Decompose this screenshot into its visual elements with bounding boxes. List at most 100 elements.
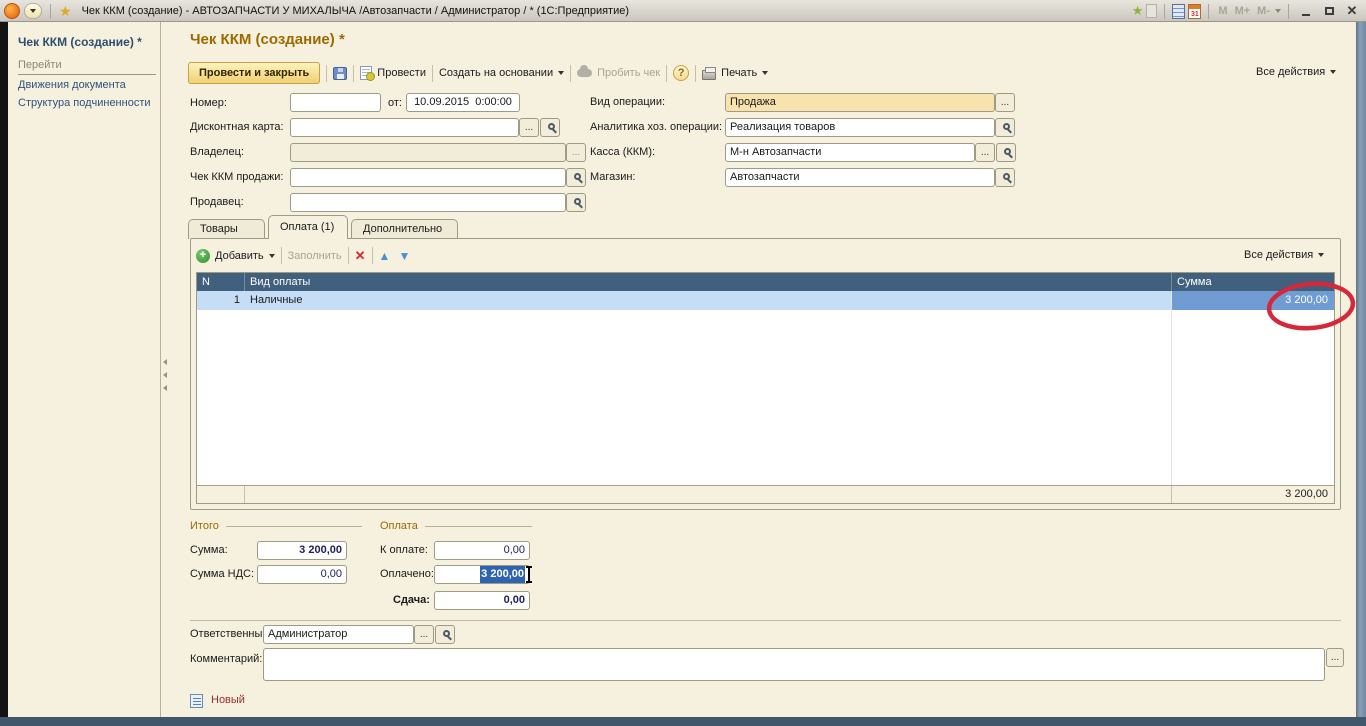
divider	[348, 247, 349, 264]
post-button[interactable]: Провести	[360, 66, 426, 80]
help-button[interactable]: ?	[673, 65, 689, 81]
memory-subtract-button[interactable]: M-	[1255, 5, 1272, 17]
separator-line	[190, 620, 1341, 621]
move-row-down-button[interactable]: ▼	[398, 249, 410, 263]
payments-toolbar: + Добавить Заполнить ✕ ▲ ▼	[196, 245, 410, 266]
store-input[interactable]: Автозапчасти	[725, 168, 995, 187]
sidebar-goto-label: Перейти	[18, 59, 156, 75]
owner-ellipsis-button[interactable]: ...	[566, 143, 586, 162]
discount-card-ellipsis-button[interactable]: ...	[519, 118, 539, 137]
date-label: от:	[388, 94, 402, 113]
cell-amount-selected[interactable]: 3 200,00	[1172, 291, 1334, 310]
paid-input[interactable]: 3 200,00	[434, 565, 530, 584]
column-header-n[interactable]: N	[197, 273, 245, 291]
discount-card-input[interactable]	[290, 118, 519, 137]
operation-kind-ellipsis-button[interactable]: ...	[995, 93, 1015, 112]
tab-goods[interactable]: Товары (1)	[188, 219, 265, 239]
create-on-basis-button[interactable]: Создать на основании	[439, 67, 564, 79]
discount-card-search-button[interactable]	[540, 118, 560, 137]
memory-add-button[interactable]: M+	[1233, 5, 1253, 17]
favorites-star-icon[interactable]: ★	[59, 3, 72, 19]
kkm-search-button[interactable]	[996, 143, 1016, 162]
tab-additional[interactable]: Дополнительно	[351, 219, 458, 239]
number-input[interactable]	[290, 93, 381, 112]
close-button[interactable]: ✕	[1342, 3, 1362, 20]
maximize-button[interactable]	[1319, 3, 1339, 20]
sum-input[interactable]: 3 200,00	[257, 541, 347, 560]
divider	[1288, 4, 1289, 19]
sidebar-link-subordination-structure[interactable]: Структура подчиненности	[18, 97, 151, 109]
add-row-button[interactable]: + Добавить	[196, 249, 275, 263]
add-row-label: Добавить	[215, 250, 264, 262]
all-actions-label: Все действия	[1256, 66, 1325, 78]
punch-check-button[interactable]: Пробить чек	[577, 67, 660, 79]
tab-payment[interactable]: Оплата (1)	[268, 215, 348, 239]
divider	[281, 247, 282, 264]
chevron-down-icon	[558, 71, 564, 75]
sidebar-splitter[interactable]	[161, 22, 170, 717]
calculator-icon[interactable]	[1172, 4, 1185, 19]
main-menu-button[interactable]	[24, 3, 42, 19]
comment-input[interactable]	[263, 648, 1325, 681]
change-input[interactable]: 0,00	[434, 591, 530, 610]
kkm-input[interactable]: М-н Автозапчасти	[725, 143, 975, 162]
vat-label: Сумма НДС:	[190, 565, 254, 584]
save-button[interactable]	[333, 67, 347, 80]
to-pay-label: К оплате:	[380, 541, 428, 560]
all-actions-button-top[interactable]: Все действия	[1256, 66, 1336, 78]
minimize-button[interactable]	[1296, 3, 1316, 20]
fill-button[interactable]: Заполнить	[288, 250, 342, 262]
date-input[interactable]: 10.09.2015 0:00:00	[406, 93, 520, 112]
cell-payment-type: Наличные	[245, 291, 1172, 310]
chevron-down-icon[interactable]	[1275, 9, 1281, 13]
analytics-search-button[interactable]	[995, 118, 1015, 137]
sale-check-input[interactable]	[290, 168, 566, 187]
table-row[interactable]: 1 Наличные 3 200,00	[197, 291, 1334, 310]
discount-card-label: Дисконтная карта:	[190, 118, 284, 137]
all-actions-label: Все действия	[1244, 249, 1313, 261]
kkm-ellipsis-button[interactable]: ...	[975, 143, 995, 162]
column-header-payment-type[interactable]: Вид оплаты	[245, 273, 1172, 291]
operation-kind-input[interactable]: Продажа	[725, 93, 995, 112]
plus-icon: +	[196, 249, 210, 263]
window-edge-left	[0, 22, 8, 726]
calendar-icon[interactable]: 31	[1188, 4, 1201, 19]
sale-check-search-button[interactable]	[566, 168, 586, 187]
add-to-favorites-icon[interactable]: ★	[1132, 3, 1144, 19]
status-icon-wrap	[190, 694, 203, 711]
divider	[570, 65, 571, 82]
seller-label: Продавец:	[190, 193, 244, 212]
form-toolbar: Провести и закрыть Провести Создать на о…	[188, 61, 768, 85]
responsible-input[interactable]: Администратор	[263, 625, 414, 644]
responsible-ellipsis-button[interactable]: ...	[414, 625, 434, 644]
search-icon	[574, 173, 581, 180]
store-search-button[interactable]	[995, 168, 1015, 187]
memory-recall-button[interactable]: M	[1216, 5, 1229, 17]
all-actions-button-payments[interactable]: Все действия	[1244, 249, 1324, 261]
analytics-input[interactable]: Реализация товаров	[725, 118, 995, 137]
1c-logo-icon[interactable]	[4, 3, 20, 19]
minimize-icon	[1302, 14, 1310, 16]
move-row-up-button[interactable]: ▲	[379, 249, 391, 263]
owner-input[interactable]	[290, 143, 566, 162]
comment-ellipsis-button[interactable]: ...	[1326, 648, 1344, 667]
sidebar-document-title: Чек ККМ (создание) *	[18, 35, 142, 49]
print-button[interactable]: Печать	[702, 67, 768, 80]
column-header-amount[interactable]: Сумма	[1172, 273, 1334, 291]
post-and-close-button[interactable]: Провести и закрыть	[188, 62, 320, 84]
fill-label: Заполнить	[288, 250, 342, 262]
payments-table: N Вид оплаты Сумма 1 Наличные 3 200,00 3…	[196, 272, 1335, 504]
seller-search-button[interactable]	[566, 193, 586, 212]
responsible-search-button[interactable]	[435, 625, 455, 644]
search-icon	[1004, 148, 1011, 155]
delete-row-button[interactable]: ✕	[355, 248, 366, 264]
post-document-icon	[360, 66, 372, 80]
status-badge: Новый	[211, 694, 245, 706]
vat-input[interactable]: 0,00	[257, 565, 347, 584]
to-pay-input[interactable]: 0,00	[434, 541, 530, 560]
totals-group-header: Итого	[190, 520, 362, 532]
chevron-down-icon	[1330, 70, 1336, 74]
seller-input[interactable]	[290, 193, 566, 212]
maximize-icon	[1325, 7, 1334, 15]
sidebar-link-document-movements[interactable]: Движения документа	[18, 79, 126, 91]
